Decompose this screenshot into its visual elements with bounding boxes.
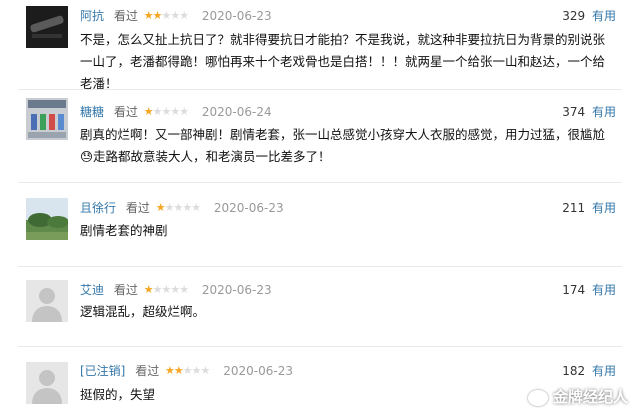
star-filled-icon: ★ bbox=[143, 283, 154, 297]
avatar-image bbox=[26, 198, 68, 240]
review-date: 2020-06-23 bbox=[201, 8, 272, 23]
star-empty-icon: ★ bbox=[191, 364, 202, 378]
star-empty-icon: ★ bbox=[170, 9, 180, 23]
star-empty-icon: ★ bbox=[179, 9, 189, 23]
useful-button[interactable]: 有用 bbox=[592, 283, 616, 297]
vote-box: 174 有用 bbox=[562, 281, 616, 301]
star-empty-icon: ★ bbox=[152, 105, 163, 119]
review-text: 剧真的烂啊！又一部神剧！剧情老套，张一山总感觉小孩穿大人衣服的感觉，用力过猛，很… bbox=[80, 127, 606, 164]
vote-count: 182 bbox=[562, 363, 586, 378]
useful-button[interactable]: 有用 bbox=[592, 201, 616, 215]
vote-count: 174 bbox=[562, 282, 586, 297]
vote-count: 211 bbox=[562, 200, 586, 215]
avatar[interactable] bbox=[26, 280, 68, 322]
review-meta: 艾迪 看过 ★★★★★ 2020-06-23 bbox=[80, 281, 272, 301]
star-empty-icon: ★ bbox=[182, 364, 193, 378]
star-filled-icon: ★ bbox=[143, 105, 154, 119]
reviewer-name[interactable]: 阿抗 bbox=[80, 7, 104, 24]
star-empty-icon: ★ bbox=[161, 283, 171, 297]
watched-label: 看过 bbox=[135, 364, 160, 378]
vote-count: 329 bbox=[562, 8, 586, 23]
rating-stars: ★★★★★ bbox=[165, 364, 211, 378]
useful-button[interactable]: 有用 bbox=[592, 105, 616, 119]
rating-stars: ★★★★★ bbox=[143, 105, 189, 119]
review-date: 2020-06-23 bbox=[213, 200, 284, 215]
wechat-icon bbox=[527, 389, 548, 406]
avatar-image bbox=[26, 98, 68, 140]
review-item: 阿抗 看过 ★★★★★ 2020-06-23 329 有用 不是，怎么又扯上抗日… bbox=[0, 0, 640, 91]
reviewer-name[interactable]: 且徐行 bbox=[80, 199, 116, 216]
review-item: 艾迪 看过 ★★★★★ 2020-06-23 174 有用 逻辑混乱，超级烂啊。 bbox=[0, 270, 640, 352]
review-meta: 且徐行 看过 ★★★★★ 2020-06-23 bbox=[80, 199, 284, 219]
default-avatar-icon bbox=[26, 280, 68, 322]
review-item: 且徐行 看过 ★★★★★ 2020-06-23 211 有用 剧情老套的神剧 bbox=[0, 188, 640, 270]
reviewer-name[interactable]: 糖糖 bbox=[80, 103, 104, 120]
default-avatar-icon bbox=[26, 362, 68, 404]
star-empty-icon: ★ bbox=[191, 201, 201, 215]
review-text: 剧情老套的神剧 bbox=[80, 223, 168, 238]
star-empty-icon: ★ bbox=[179, 283, 189, 297]
star-filled-icon: ★ bbox=[173, 364, 184, 378]
review-meta: [已注销] 看过 ★★★★★ 2020-06-23 bbox=[80, 362, 293, 382]
vote-box: 211 有用 bbox=[562, 199, 616, 219]
rating-stars: ★★★★★ bbox=[143, 283, 189, 297]
star-empty-icon: ★ bbox=[182, 201, 192, 215]
review-meta: 阿抗 看过 ★★★★★ 2020-06-23 bbox=[80, 7, 272, 27]
avatar-image bbox=[26, 6, 68, 48]
star-filled-icon: ★ bbox=[155, 201, 166, 215]
star-filled-icon: ★ bbox=[165, 364, 175, 378]
review-item: 糖糖 看过 ★★★★★ 2020-06-24 374 有用 剧真的烂啊！又一部神… bbox=[0, 90, 640, 188]
star-empty-icon: ★ bbox=[161, 105, 171, 119]
review-date: 2020-06-24 bbox=[201, 104, 272, 119]
reviewer-name[interactable]: 艾迪 bbox=[80, 281, 104, 298]
avatar[interactable] bbox=[26, 198, 68, 240]
watermark: 金牌经纪人 bbox=[527, 386, 628, 407]
divider bbox=[18, 182, 622, 183]
star-empty-icon: ★ bbox=[170, 283, 180, 297]
watched-label: 看过 bbox=[125, 201, 150, 215]
review-text: 逻辑混乱，超级烂啊。 bbox=[80, 304, 206, 319]
watched-label: 看过 bbox=[113, 283, 138, 297]
vote-box: 182 有用 bbox=[562, 362, 616, 382]
star-empty-icon: ★ bbox=[152, 283, 163, 297]
review-text: 不是，怎么又扯上抗日了？就非得要抗日才能拍？不是我说，就这种非要拉抗日为背景的别… bbox=[80, 32, 606, 91]
reviewer-name[interactable]: [已注销] bbox=[80, 362, 125, 379]
star-empty-icon: ★ bbox=[179, 105, 189, 119]
rating-stars: ★★★★★ bbox=[143, 9, 189, 23]
useful-button[interactable]: 有用 bbox=[592, 9, 616, 23]
divider bbox=[18, 346, 622, 347]
vote-box: 329 有用 bbox=[562, 7, 616, 27]
star-filled-icon: ★ bbox=[152, 9, 163, 23]
star-empty-icon: ★ bbox=[161, 9, 171, 23]
rating-stars: ★★★★★ bbox=[155, 201, 201, 215]
vote-box: 374 有用 bbox=[562, 103, 616, 123]
divider bbox=[18, 266, 622, 267]
watched-label: 看过 bbox=[113, 9, 138, 23]
watermark-text: 金牌经纪人 bbox=[552, 388, 628, 406]
star-filled-icon: ★ bbox=[143, 9, 154, 23]
useful-button[interactable]: 有用 bbox=[592, 364, 616, 378]
review-date: 2020-06-23 bbox=[201, 282, 272, 297]
avatar[interactable] bbox=[26, 6, 68, 48]
star-empty-icon: ★ bbox=[173, 201, 183, 215]
avatar[interactable] bbox=[26, 362, 68, 404]
review-meta: 糖糖 看过 ★★★★★ 2020-06-24 bbox=[80, 103, 272, 123]
review-date: 2020-06-23 bbox=[223, 363, 293, 378]
watched-label: 看过 bbox=[113, 105, 138, 119]
star-empty-icon: ★ bbox=[170, 105, 180, 119]
star-empty-icon: ★ bbox=[164, 201, 175, 215]
avatar[interactable] bbox=[26, 98, 68, 140]
star-empty-icon: ★ bbox=[200, 364, 211, 378]
vote-count: 374 bbox=[562, 104, 586, 119]
